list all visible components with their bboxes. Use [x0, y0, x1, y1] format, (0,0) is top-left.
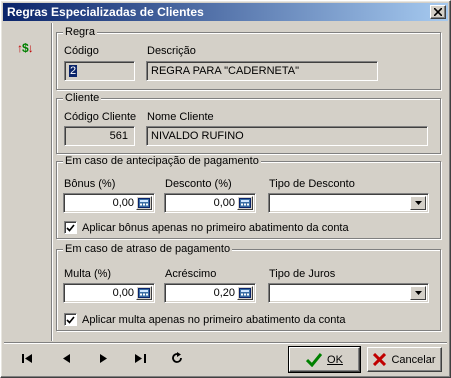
- tipo-desconto-dropdown-button[interactable]: [410, 196, 426, 210]
- tipo-desconto-select[interactable]: [268, 193, 429, 213]
- checkmark-icon: [306, 352, 323, 367]
- multa-checkbox[interactable]: [64, 313, 77, 326]
- descricao-field[interactable]: REGRA PARA "CADERNETA": [146, 61, 378, 81]
- calculator-icon: [239, 288, 251, 298]
- first-record-icon: [21, 353, 32, 363]
- multa-calculator-button[interactable]: [136, 286, 152, 300]
- codigo-field[interactable]: 2: [64, 61, 135, 81]
- cancel-button[interactable]: Cancelar: [367, 347, 442, 372]
- first-record-button[interactable]: [20, 351, 34, 365]
- sort-dollar-icon[interactable]: ↑$↓: [17, 41, 34, 55]
- tipo-desconto-label: Tipo de Desconto: [269, 178, 355, 190]
- descricao-label: Descrição: [147, 45, 196, 57]
- cancel-button-label: Cancelar: [391, 353, 436, 366]
- acrescimo-value: 0,20: [213, 287, 235, 299]
- next-record-icon: [99, 353, 107, 363]
- acrescimo-label: Acréscimo: [165, 268, 217, 280]
- multa-checkbox-row[interactable]: Aplicar multa apenas no primeiro abatime…: [64, 313, 346, 326]
- bonus-field[interactable]: 0,00: [63, 193, 155, 213]
- tipo-juros-dropdown-button[interactable]: [410, 286, 426, 300]
- antecipacao-legend: Em caso de antecipação de pagamento: [63, 155, 261, 167]
- nome-cliente-label: Nome Cliente: [147, 111, 214, 123]
- cancel-x-icon: [373, 353, 387, 366]
- cliente-legend: Cliente: [63, 92, 102, 104]
- codigo-value: 2: [69, 65, 78, 77]
- desconto-field[interactable]: 0,00: [164, 193, 256, 213]
- regra-legend: Regra: [63, 26, 97, 38]
- refresh-button[interactable]: [170, 351, 184, 365]
- bottom-separator: [4, 342, 447, 344]
- bonus-label: Bônus (%): [64, 178, 116, 190]
- calculator-icon: [239, 198, 251, 208]
- refresh-icon: [172, 352, 182, 363]
- bonus-value: 0,00: [112, 197, 134, 209]
- acrescimo-field[interactable]: 0,20: [164, 283, 256, 303]
- acrescimo-calculator-button[interactable]: [237, 286, 253, 300]
- chevron-down-icon: [414, 201, 422, 205]
- nome-cliente-field[interactable]: NIVALDO RUFINO: [146, 126, 428, 146]
- ok-button[interactable]: OK: [288, 346, 361, 373]
- window-title: Regras Especializadas de Clientes: [7, 5, 204, 19]
- last-record-button[interactable]: [133, 351, 147, 365]
- last-record-icon: [134, 353, 146, 363]
- checkmark-icon: [66, 223, 75, 232]
- bonus-checkbox-label: Aplicar bônus apenas no primeiro abatime…: [82, 221, 349, 234]
- multa-label: Multa (%): [64, 268, 112, 280]
- bonus-checkbox-row[interactable]: Aplicar bônus apenas no primeiro abatime…: [64, 221, 349, 234]
- bonus-checkbox[interactable]: [64, 221, 77, 234]
- codigo-label: Código: [64, 45, 99, 57]
- cliente-group: Cliente Código Cliente 561 Nome Cliente …: [56, 92, 441, 154]
- bonus-calculator-button[interactable]: [136, 196, 152, 210]
- dialog-window: Regras Especializadas de Clientes ↑$↓ Re…: [0, 0, 451, 378]
- close-icon: [434, 8, 442, 16]
- calculator-icon: [138, 288, 150, 298]
- tipo-juros-label: Tipo de Juros: [269, 268, 336, 280]
- tipo-juros-select[interactable]: [268, 283, 429, 303]
- codigo-cliente-field[interactable]: 561: [64, 126, 135, 146]
- atraso-group: Em caso de atraso de pagamento Multa (%)…: [56, 243, 441, 331]
- desconto-calculator-button[interactable]: [237, 196, 253, 210]
- codigo-cliente-label: Código Cliente: [64, 111, 137, 123]
- title-bar[interactable]: Regras Especializadas de Clientes: [3, 3, 448, 21]
- ok-button-label: OK: [327, 353, 343, 366]
- previous-record-icon: [62, 353, 70, 363]
- antecipacao-group: Em caso de antecipação de pagamento Bônu…: [56, 155, 441, 239]
- chevron-down-icon: [414, 291, 422, 295]
- multa-value: 0,00: [112, 287, 134, 299]
- desconto-label: Desconto (%): [165, 178, 232, 190]
- next-record-button[interactable]: [96, 351, 110, 365]
- multa-checkbox-label: Aplicar multa apenas no primeiro abatime…: [82, 313, 346, 326]
- desconto-value: 0,00: [213, 197, 235, 209]
- atraso-legend: Em caso de atraso de pagamento: [63, 243, 233, 255]
- regra-group: Regra Código 2 Descrição REGRA PARA "CAD…: [56, 26, 441, 90]
- previous-record-button[interactable]: [59, 351, 73, 365]
- calculator-icon: [138, 198, 150, 208]
- sidebar: ↑$↓: [4, 23, 52, 341]
- close-button[interactable]: [430, 5, 446, 19]
- multa-field[interactable]: 0,00: [63, 283, 155, 303]
- checkmark-icon: [66, 315, 75, 324]
